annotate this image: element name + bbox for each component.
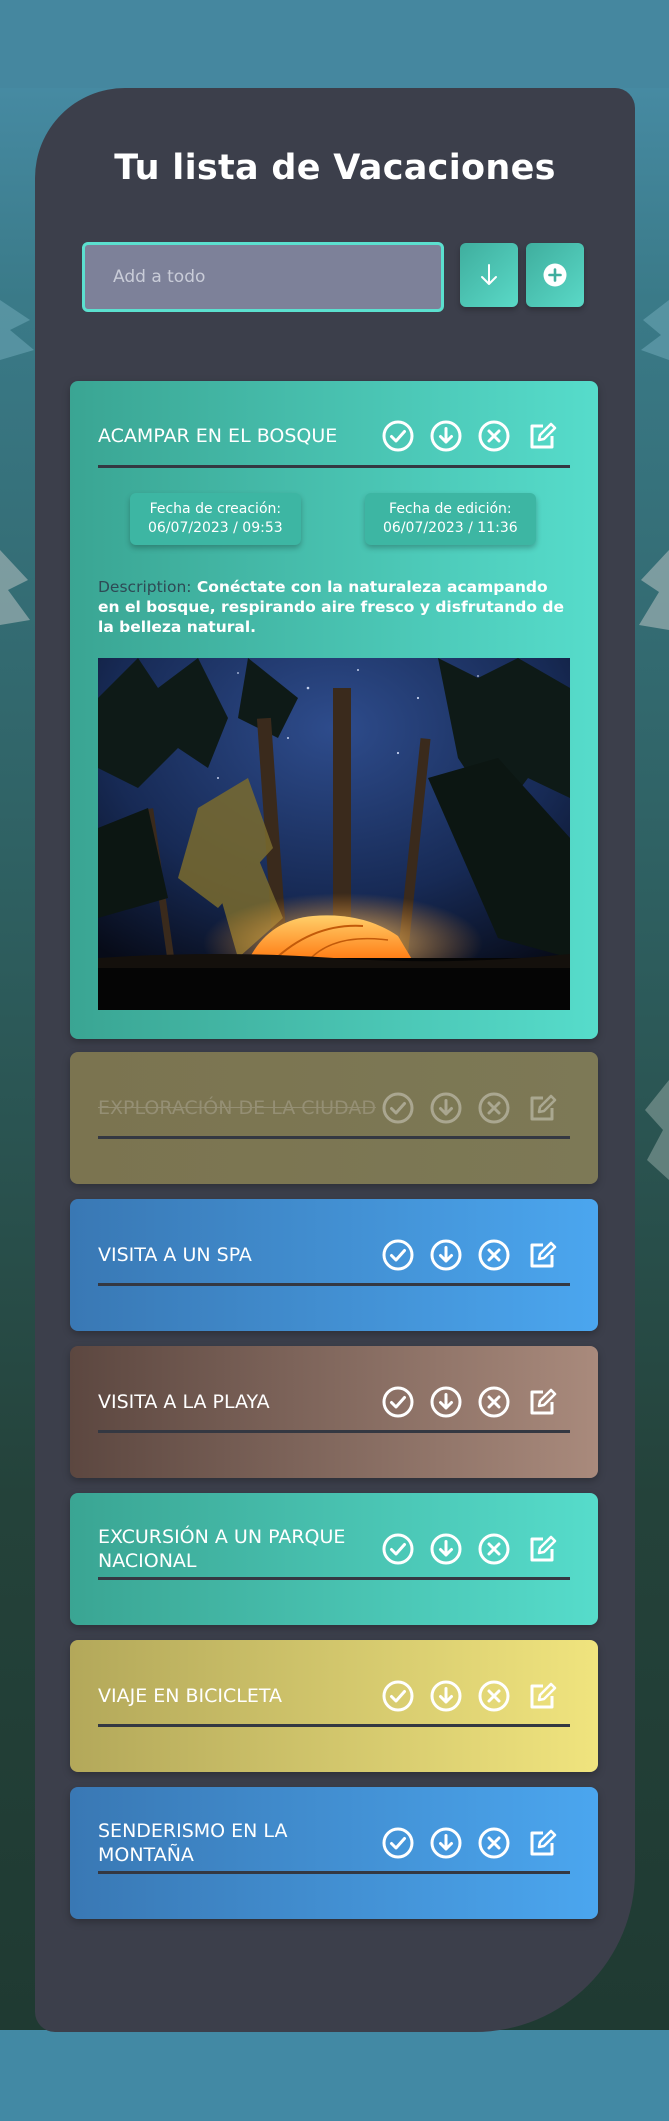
download-circle-icon	[430, 1533, 462, 1565]
background-foliage-left	[0, 300, 34, 625]
created-value: 06/07/2023 / 09:53	[148, 520, 283, 536]
x-circle-icon	[478, 420, 510, 452]
check-circle-icon	[382, 420, 414, 452]
todo-card: EXCURSIÓN A UN PARQUE NACIONAL	[70, 1493, 598, 1625]
top-bar	[0, 0, 669, 88]
delete-button[interactable]	[478, 1386, 510, 1418]
night-forest-tent-photo	[98, 658, 570, 1010]
complete-button[interactable]	[382, 420, 414, 452]
edit-button[interactable]	[526, 1239, 558, 1271]
delete-button[interactable]	[478, 1533, 510, 1565]
x-circle-icon	[478, 1680, 510, 1712]
expand-button[interactable]	[430, 1680, 462, 1712]
created-label: Fecha de creación:	[149, 501, 282, 517]
edit-icon	[530, 1094, 557, 1121]
todo-divider	[98, 465, 570, 468]
complete-button[interactable]	[382, 1827, 414, 1859]
download-circle-icon	[430, 1386, 462, 1418]
add-todo-button[interactable]	[526, 243, 584, 307]
delete-button[interactable]	[478, 1827, 510, 1859]
todo-divider	[98, 1136, 570, 1139]
edit-button[interactable]	[526, 1680, 558, 1712]
todo-card: SENDERISMO EN LA MONTAÑA	[70, 1787, 598, 1919]
delete-button[interactable]	[478, 1239, 510, 1271]
todo-title: EXPLORACIÓN DE LA CIUDAD	[98, 1097, 376, 1119]
x-circle-icon	[478, 1092, 510, 1124]
edited-date-badge: Fecha de edición: 06/07/2023 / 11:36	[365, 493, 536, 545]
edited-value: 06/07/2023 / 11:36	[383, 520, 518, 536]
todo-title: SENDERISMO EN LA MONTAÑA	[98, 1820, 288, 1866]
expand-button[interactable]	[430, 1239, 462, 1271]
description-label: Description:	[98, 578, 192, 596]
created-date-badge: Fecha de creación: 06/07/2023 / 09:53	[130, 493, 301, 545]
todo-title: VIAJE EN BICICLETA	[98, 1685, 282, 1707]
todo-title: VISITA A LA PLAYA	[98, 1391, 270, 1413]
check-circle-icon	[382, 1533, 414, 1565]
todo-card: VIAJE EN BICICLETA	[70, 1640, 598, 1772]
check-circle-icon	[382, 1239, 414, 1271]
complete-button[interactable]	[382, 1239, 414, 1271]
todo-card: VISITA A LA PLAYA	[70, 1346, 598, 1478]
expand-button[interactable]	[430, 1827, 462, 1859]
check-circle-icon	[382, 1386, 414, 1418]
complete-button[interactable]	[382, 1386, 414, 1418]
todo-divider	[98, 1724, 570, 1727]
check-circle-icon	[382, 1092, 414, 1124]
complete-button[interactable]	[382, 1092, 414, 1124]
complete-button[interactable]	[382, 1680, 414, 1712]
todo-divider	[98, 1871, 570, 1874]
download-circle-icon	[430, 1827, 462, 1859]
download-circle-icon	[430, 420, 462, 452]
todo-title: EXCURSIÓN A UN PARQUE NACIONAL	[98, 1526, 346, 1572]
todo-title: ACAMPAR EN EL BOSQUE	[98, 425, 338, 447]
edit-button[interactable]	[526, 1533, 558, 1565]
x-circle-icon	[478, 1533, 510, 1565]
add-todo-input[interactable]	[82, 242, 444, 312]
edit-icon	[530, 1682, 557, 1709]
x-circle-icon	[478, 1239, 510, 1271]
edit-icon	[530, 1829, 557, 1856]
check-circle-icon	[382, 1827, 414, 1859]
edited-label: Fecha de edición:	[389, 501, 512, 517]
todo-image	[98, 658, 570, 1010]
complete-button[interactable]	[382, 1533, 414, 1565]
expand-button[interactable]	[430, 1386, 462, 1418]
edit-icon	[530, 1535, 557, 1562]
todo-card: EXPLORACIÓN DE LA CIUDAD	[70, 1052, 598, 1184]
download-circle-icon	[430, 1680, 462, 1712]
todo-title: VISITA A UN SPA	[98, 1244, 252, 1266]
edit-button[interactable]	[526, 420, 558, 452]
todo-description: Description: Conéctate con la naturaleza…	[98, 577, 568, 637]
bottom-bar	[0, 2032, 669, 2121]
plus-circle-icon	[543, 263, 567, 287]
todo-card: VISITA A UN SPA	[70, 1199, 598, 1331]
edit-icon	[530, 1241, 557, 1268]
x-circle-icon	[478, 1827, 510, 1859]
background-foliage-right	[639, 300, 669, 1180]
sort-button[interactable]	[460, 243, 518, 307]
check-circle-icon	[382, 1680, 414, 1712]
page-title: Tu lista de Vacaciones	[114, 148, 556, 188]
edit-button[interactable]	[526, 1827, 558, 1859]
todo-divider	[98, 1430, 570, 1433]
edit-icon	[530, 422, 557, 449]
expand-button[interactable]	[430, 1092, 462, 1124]
download-circle-icon	[430, 1092, 462, 1124]
edit-icon	[530, 1388, 557, 1415]
expand-button[interactable]	[430, 1533, 462, 1565]
todo-divider	[98, 1283, 570, 1286]
delete-button[interactable]	[478, 420, 510, 452]
delete-button[interactable]	[478, 1092, 510, 1124]
x-circle-icon	[478, 1386, 510, 1418]
expand-button[interactable]	[430, 420, 462, 452]
todo-card: ACAMPAR EN EL BOSQUE Fecha de creación: …	[70, 381, 598, 1039]
delete-button[interactable]	[478, 1680, 510, 1712]
todo-panel: Tu lista de Vacaciones ACAMPAR EN EL BOS…	[35, 88, 635, 2032]
edit-button[interactable]	[526, 1092, 558, 1124]
todo-divider	[98, 1577, 570, 1580]
arrow-down-icon	[481, 264, 497, 285]
download-circle-icon	[430, 1239, 462, 1271]
edit-button[interactable]	[526, 1386, 558, 1418]
